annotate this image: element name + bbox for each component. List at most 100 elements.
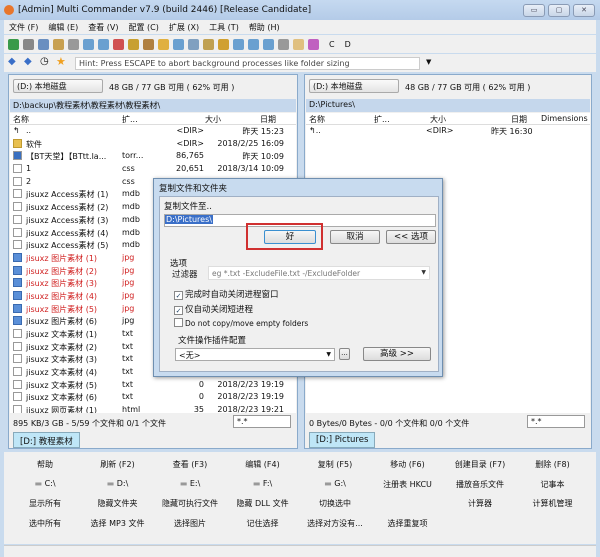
list-item[interactable]: jisuxz 文本素材 (5) txt 0 2018/2/23 19:19 (10, 379, 296, 392)
col-dimensions[interactable]: Dimensions (541, 114, 588, 123)
drive-selector[interactable]: (D:) 本地磁盘 (309, 79, 399, 93)
options-toggle-button[interactable]: << 选项 (386, 230, 436, 244)
drive-c-button[interactable]: C (329, 40, 335, 49)
empty-folders-checkbox[interactable]: Do not copy/move empty folders (174, 318, 308, 328)
command-button[interactable]: 隐藏可执行文件 (154, 498, 226, 509)
chevron-down-icon[interactable]: ▼ (426, 58, 431, 66)
toolbar-icon-12[interactable] (188, 38, 199, 50)
toolbar-icon-9[interactable] (143, 38, 154, 50)
close-button[interactable]: ✕ (573, 4, 595, 17)
favorites-icon[interactable]: ★ (56, 55, 66, 68)
advanced-button[interactable]: 高级 >> (363, 347, 431, 361)
command-button[interactable]: ▬ F:\ (227, 479, 299, 488)
list-item[interactable]: jisuxz 网页素材 (1) html 35 2018/2/23 19:21 (10, 404, 296, 413)
list-item[interactable]: ↰.. <DIR> 昨天 16:30 (306, 125, 590, 138)
maximize-button[interactable]: ▢ (548, 4, 570, 17)
command-button[interactable]: 切换选中 (299, 498, 371, 509)
menu-help[interactable]: 帮助 (H) (244, 20, 285, 33)
toolbar-icon-0[interactable] (8, 38, 19, 50)
ok-button[interactable]: 好 (264, 230, 316, 244)
command-button[interactable]: 注册表 HKCU (372, 479, 444, 490)
toolbar-icon-18[interactable] (278, 38, 289, 50)
path-bar[interactable]: D:\backup\教程素材\教程素材\教程素材\ (10, 99, 296, 112)
command-button[interactable]: 移动 (F6) (372, 459, 444, 470)
toolbar-icon-17[interactable] (263, 38, 274, 50)
list-item[interactable]: ↰.. <DIR> 昨天 15:23 (10, 125, 296, 138)
cancel-button[interactable]: 取消 (330, 230, 380, 244)
path-bar[interactable]: D:\Pictures\ (306, 99, 590, 112)
col-ext[interactable]: 扩... (374, 114, 390, 125)
minimize-button[interactable]: ▭ (523, 4, 545, 17)
toolbar-icon-6[interactable] (98, 38, 109, 50)
col-size[interactable]: 大小 (205, 114, 221, 125)
toolbar-icon-20[interactable] (308, 38, 319, 50)
toolbar-icon-10[interactable] (158, 38, 169, 50)
filter-input[interactable]: *.* (233, 415, 291, 428)
command-button[interactable]: 选择图片 (154, 518, 226, 529)
plugin-select[interactable]: <无> ▼ (175, 348, 335, 361)
menu-view[interactable]: 查看 (V) (83, 20, 123, 33)
command-button[interactable]: 选择重复项 (372, 518, 444, 529)
drive-d-button[interactable]: D (345, 40, 351, 49)
command-button[interactable]: 查看 (F3) (154, 459, 226, 470)
list-item[interactable]: 【BT天堂】【BTtt.la... torr... 86,765 昨天 10:09 (10, 150, 296, 163)
command-button[interactable]: 计算机管理 (517, 498, 589, 509)
tab-right[interactable]: [D:] Pictures (309, 432, 376, 448)
command-button[interactable]: 选中所有 (9, 518, 81, 529)
command-button[interactable]: ▬ C:\ (9, 479, 81, 488)
short-close-checkbox[interactable]: ✓ 仅自动关闭短进程 (174, 303, 253, 315)
command-button[interactable]: 删除 (F8) (517, 459, 589, 470)
col-name[interactable]: 名称 (309, 114, 325, 125)
tab-left[interactable]: [D:] 教程素材 (13, 432, 80, 448)
toolbar-icon-3[interactable] (53, 38, 64, 50)
col-date[interactable]: 日期 (260, 114, 276, 125)
command-button[interactable]: 选择对方没有... (299, 518, 371, 529)
command-button[interactable]: 创建目录 (F7) (444, 459, 516, 470)
toolbar-icon-8[interactable] (128, 38, 139, 50)
back-icon[interactable]: ◆ (8, 56, 16, 67)
col-size[interactable]: 大小 (430, 114, 446, 125)
toolbar-icon-2[interactable] (38, 38, 49, 50)
history-icon[interactable]: ◷ (40, 56, 49, 67)
list-item[interactable]: 软件 <DIR> 2018/2/25 16:09 (10, 138, 296, 151)
menu-file[interactable]: 文件 (F) (4, 20, 43, 33)
command-button[interactable]: 播放音乐文件 (444, 479, 516, 490)
command-button[interactable]: 记住选择 (227, 518, 299, 529)
list-item[interactable]: 1 css 20,651 2018/3/14 10:09 (10, 163, 296, 176)
command-button[interactable]: ▬ G:\ (299, 479, 371, 488)
toolbar-icon-13[interactable] (203, 38, 214, 50)
command-button[interactable]: ▬ D:\ (82, 479, 154, 488)
toolbar-icon-1[interactable] (23, 38, 34, 50)
menu-extensions[interactable]: 扩展 (X) (164, 20, 204, 33)
command-button[interactable]: 记事本 (517, 479, 589, 490)
toolbar-icon-16[interactable] (248, 38, 259, 50)
menu-edit[interactable]: 编辑 (E) (43, 20, 83, 33)
command-button[interactable]: 隐藏 DLL 文件 (227, 498, 299, 509)
command-button[interactable]: ▬ E:\ (154, 479, 226, 488)
command-button[interactable]: 显示所有 (9, 498, 81, 509)
command-button[interactable]: 复制 (F5) (299, 459, 371, 470)
list-item[interactable]: jisuxz 文本素材 (6) txt 0 2018/2/23 19:19 (10, 391, 296, 404)
command-button[interactable]: 编辑 (F4) (227, 459, 299, 470)
filter-input[interactable]: *.* (527, 415, 585, 428)
drive-selector[interactable]: (D:) 本地磁盘 (13, 79, 103, 93)
toolbar-icon-4[interactable] (68, 38, 79, 50)
command-button[interactable]: 选择 MP3 文件 (82, 518, 154, 529)
col-name[interactable]: 名称 (13, 114, 29, 125)
toolbar-icon-7[interactable] (113, 38, 124, 50)
col-ext[interactable]: 扩... (122, 114, 138, 125)
command-button[interactable]: 刷新 (F2) (82, 459, 154, 470)
toolbar-icon-11[interactable] (173, 38, 184, 50)
toolbar-icon-15[interactable] (233, 38, 244, 50)
toolbar-icon-5[interactable] (83, 38, 94, 50)
command-button[interactable]: 计算器 (444, 498, 516, 509)
command-button[interactable]: 帮助 (9, 459, 81, 470)
toolbar-icon-14[interactable] (218, 38, 229, 50)
toolbar-icon-19[interactable] (293, 38, 304, 50)
hint-input[interactable]: Hint: Press ESCAPE to abort background p… (75, 57, 420, 70)
menu-config[interactable]: 配置 (C) (124, 20, 164, 33)
forward-icon[interactable]: ◆ (24, 56, 32, 67)
col-date[interactable]: 日期 (511, 114, 527, 125)
auto-close-checkbox[interactable]: ✓ 完成时自动关闭进程窗口 (174, 288, 279, 300)
menu-tools[interactable]: 工具 (T) (204, 20, 244, 33)
